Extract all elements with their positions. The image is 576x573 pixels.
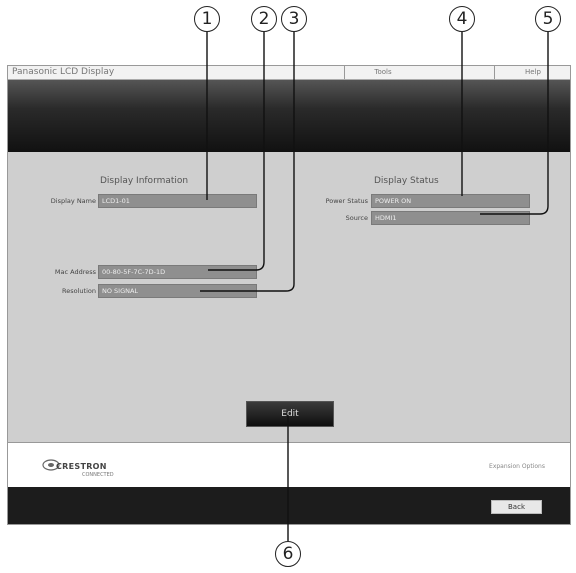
power-status-field: POWER ON bbox=[371, 194, 530, 208]
source-field: HDMI1 bbox=[371, 211, 530, 225]
menu-item-help[interactable]: Help bbox=[494, 66, 571, 79]
app-title: Panasonic LCD Display bbox=[12, 67, 115, 77]
source-label: Source bbox=[345, 214, 368, 222]
header-banner bbox=[8, 80, 570, 152]
callout-3: 3 bbox=[281, 6, 307, 32]
callout-5: 5 bbox=[535, 6, 561, 32]
title-bar: Panasonic LCD Display Tools Help bbox=[8, 66, 570, 80]
callout-4: 4 bbox=[449, 6, 475, 32]
display-name-field: LCD1-01 bbox=[98, 194, 257, 208]
crestron-logo: CRESTRON CONNECTED bbox=[42, 456, 142, 478]
bottom-bar: Back bbox=[8, 487, 570, 524]
mac-address-field: 00-80-5F-7C-7D-1D bbox=[98, 265, 257, 279]
logo-text: CRESTRON bbox=[56, 462, 107, 471]
display-name-label: Display Name bbox=[50, 197, 96, 205]
mac-address-label: Mac Address bbox=[54, 268, 96, 276]
menu-item-tools[interactable]: Tools bbox=[344, 66, 421, 79]
expansion-options-link[interactable]: Expansion Options bbox=[489, 463, 545, 470]
resolution-field: NO SIGNAL bbox=[98, 284, 257, 298]
main-content: Display Information Display Name LCD1-01… bbox=[8, 152, 570, 442]
callout-2: 2 bbox=[251, 6, 277, 32]
logo-subtext: CONNECTED bbox=[82, 472, 114, 478]
browser-window: Panasonic LCD Display Tools Help Display… bbox=[7, 65, 571, 525]
resolution-label: Resolution bbox=[62, 287, 96, 295]
footer: CRESTRON CONNECTED Expansion Options bbox=[8, 442, 570, 487]
display-status-title: Display Status bbox=[374, 176, 439, 186]
edit-button[interactable]: Edit bbox=[246, 401, 334, 427]
callout-6: 6 bbox=[275, 541, 301, 567]
display-information-title: Display Information bbox=[100, 176, 189, 186]
power-status-label: Power Status bbox=[325, 197, 368, 205]
back-button[interactable]: Back bbox=[491, 500, 542, 514]
callout-1: 1 bbox=[194, 6, 220, 32]
